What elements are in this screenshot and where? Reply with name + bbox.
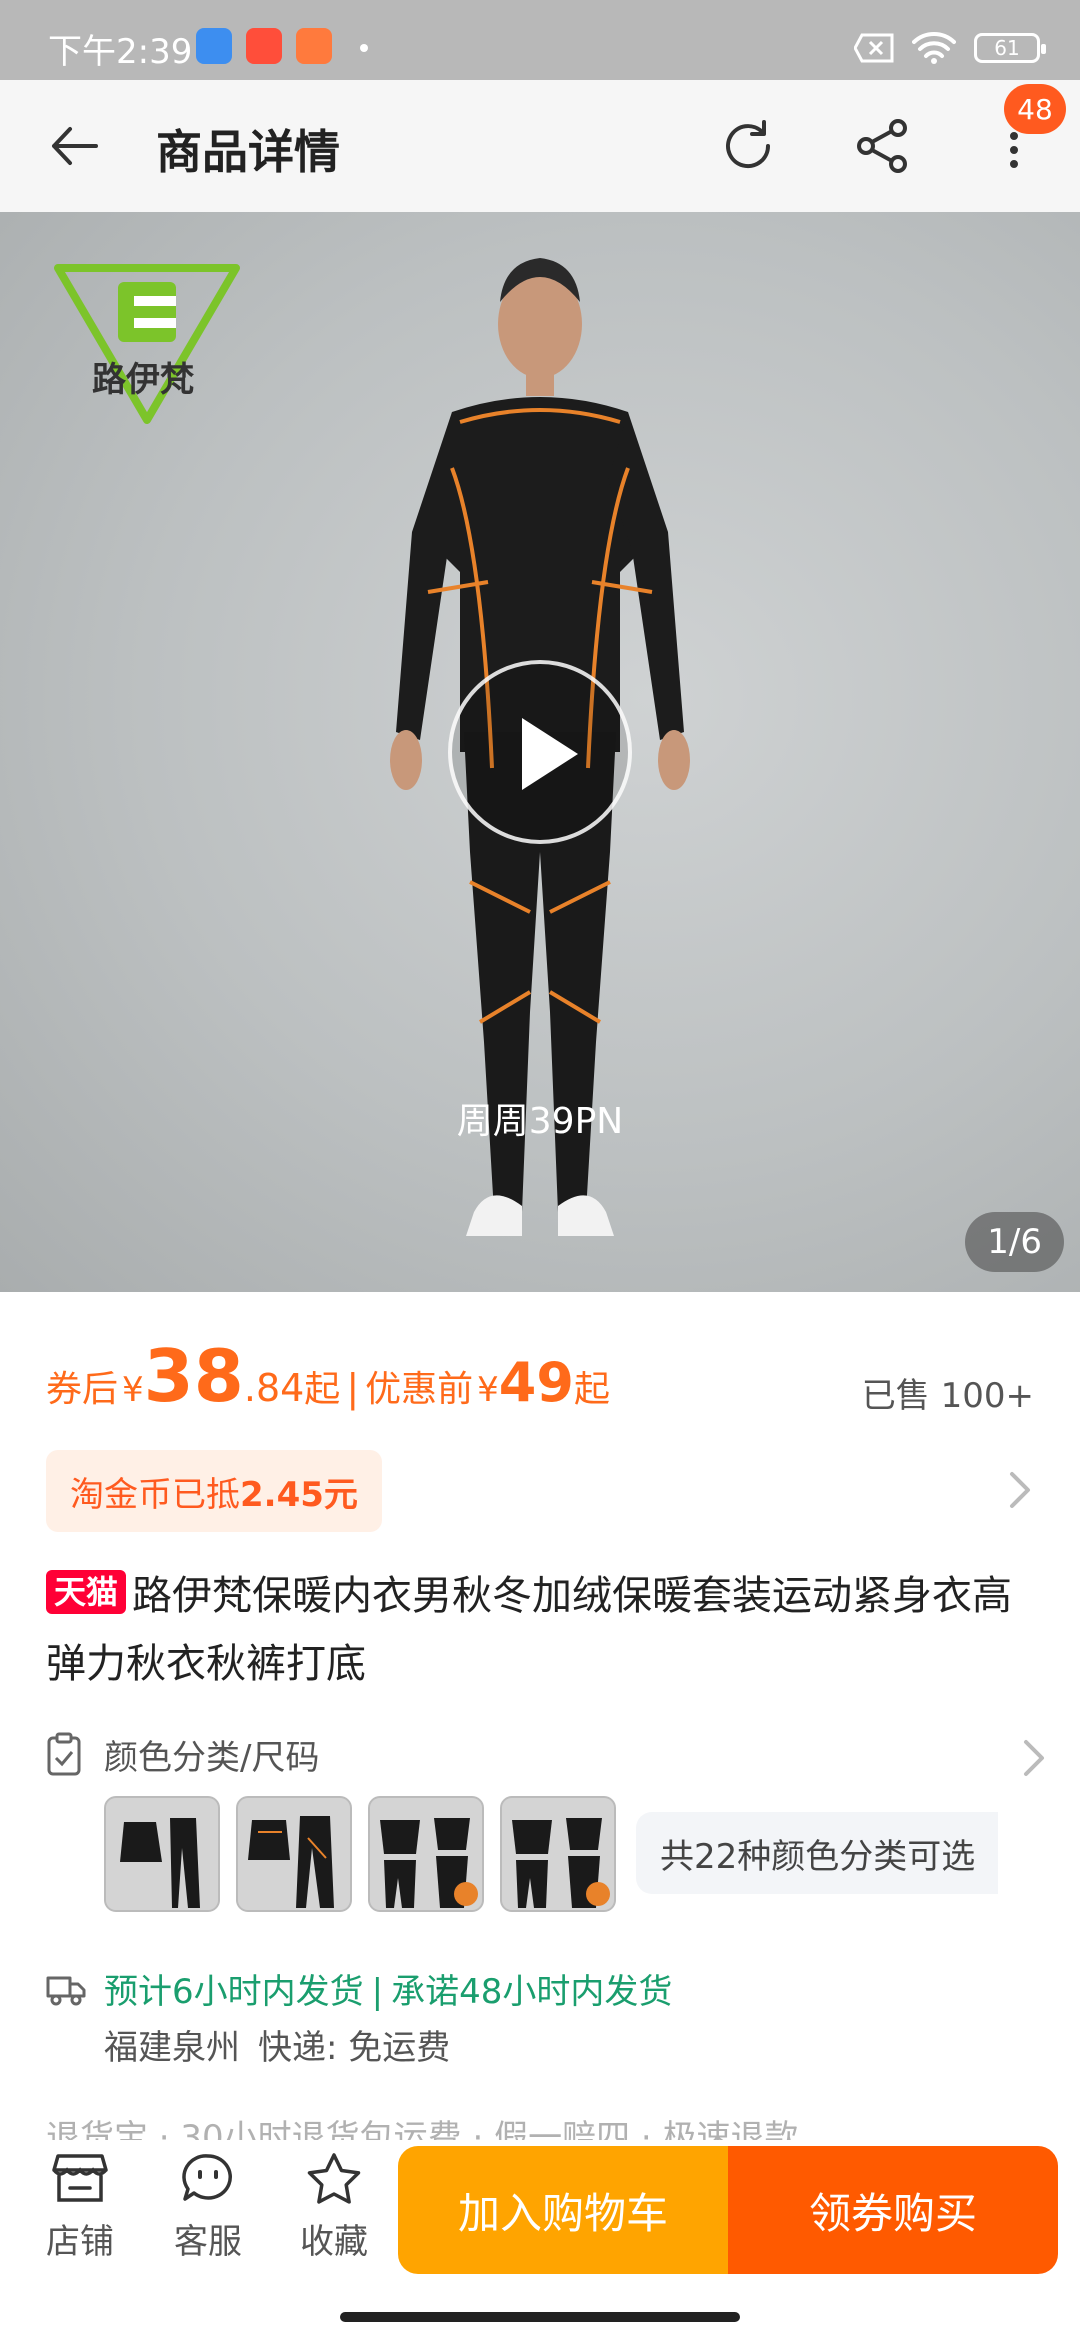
customer-service-button[interactable]: 客服 — [158, 2152, 258, 2263]
shop-label: 店铺 — [46, 2222, 114, 2262]
after-coupon-price-dec: .84 — [243, 1366, 305, 1410]
play-video-button[interactable] — [448, 660, 632, 844]
home-indicator[interactable] — [340, 2312, 740, 2322]
currency-symbol-2: ¥ — [477, 1370, 499, 1410]
brand-logo-icon — [54, 264, 240, 424]
shop-button[interactable]: 店铺 — [30, 2152, 130, 2263]
favorite-label: 收藏 — [300, 2222, 368, 2262]
back-arrow-icon[interactable] — [44, 116, 104, 176]
taobao-app-icon — [246, 28, 282, 64]
clipboard-icon — [47, 1732, 81, 1776]
battery-icon: 61 — [974, 33, 1046, 63]
video-caption: 周周39PN — [456, 1101, 624, 1142]
notification-dot-icon — [360, 44, 368, 52]
refresh-icon[interactable] — [716, 114, 780, 178]
shipping-promise: 预计6小时内发货 | 承诺48小时内发货 — [104, 1964, 672, 2013]
message-count-badge: 48 — [1004, 84, 1066, 134]
top-app-bar: 商品详情 48 — [0, 80, 1080, 212]
play-icon — [522, 718, 578, 790]
coupon-buy-button[interactable]: 领券购买 — [728, 2146, 1058, 2274]
page-title: 商品详情 — [156, 125, 340, 179]
price-separator: | — [346, 1366, 360, 1410]
coin-amount: 2.45元 — [240, 1474, 358, 1515]
price-from-suffix: 起 — [304, 1369, 341, 1410]
chat-face-icon — [182, 2154, 232, 2201]
shipping-details: 福建泉州 快递: 免运费 — [104, 2020, 468, 2069]
before-discount-price: 49 — [498, 1351, 574, 1414]
sku-thumbnail[interactable] — [368, 1796, 484, 1912]
coin-prefix: 淘金币已抵 — [70, 1474, 240, 1515]
tmall-badge: 天猫 — [46, 1570, 127, 1614]
share-icon[interactable] — [850, 114, 914, 178]
chevron-right-icon[interactable] — [1014, 1736, 1054, 1780]
after-coupon-price-int: 38 — [143, 1334, 244, 1418]
product-title: 天猫 路伊梵保暖内衣男秋冬加绒保暖套装运动紧身衣高弹力秋衣秋裤打底 — [46, 1562, 1036, 1698]
before-discount-label: 优惠前 — [365, 1369, 474, 1410]
truck-icon — [46, 1976, 86, 2006]
shipping-divider: | — [371, 1972, 384, 2012]
more-colors-chip[interactable]: 共22种颜色分类可选 — [636, 1812, 998, 1894]
wifi-icon — [912, 32, 956, 64]
add-to-cart-button[interactable]: 加入购物车 — [398, 2146, 728, 2274]
status-bar: 下午2:39 61 — [0, 0, 1080, 80]
bottom-action-bar: 店铺 客服 收藏 加入购物车 领券购买 — [0, 2140, 1080, 2340]
currency-symbol: ¥ — [122, 1370, 144, 1410]
sku-thumbnails — [104, 1796, 616, 1912]
service-label: 客服 — [174, 2222, 242, 2262]
after-coupon-label: 券后 — [46, 1369, 119, 1410]
taojinbi-discount-tag[interactable]: 淘金币已抵 2.45元 — [46, 1450, 382, 1532]
shipping-estimate: 预计6小时内发货 — [104, 1972, 364, 2012]
sku-label: 颜色分类/尺码 — [104, 1738, 320, 1778]
price-from-suffix-2: 起 — [573, 1369, 610, 1410]
sku-thumbnail[interactable] — [500, 1796, 616, 1912]
battery-level: 61 — [994, 36, 1020, 60]
store-icon — [52, 2154, 108, 2202]
sku-selector[interactable]: 颜色分类/尺码 — [46, 1726, 1044, 1782]
image-counter: 1/6 — [965, 1212, 1064, 1272]
sim-error-icon — [854, 33, 894, 63]
ship-origin: 福建泉州 — [104, 2028, 240, 2068]
sku-thumbnail[interactable] — [104, 1796, 220, 1912]
ship-express: 快递: 免运费 — [258, 2028, 451, 2068]
shipping-guarantee: 承诺48小时内发货 — [391, 1972, 673, 2012]
price-row: 券后 ¥ 38 .84 起 | 优惠前 ¥ 49 起 — [46, 1334, 610, 1418]
star-icon — [307, 2153, 361, 2204]
brand-logo-text: 路伊梵 — [92, 360, 194, 400]
status-time: 下午2:39 — [48, 32, 193, 72]
chevron-right-icon[interactable] — [1000, 1468, 1040, 1512]
calendar-app-icon — [196, 28, 232, 64]
favorite-button[interactable]: 收藏 — [284, 2152, 384, 2263]
product-info-card: 券后 ¥ 38 .84 起 | 优惠前 ¥ 49 起 已售 100+ 淘金币已抵… — [0, 1292, 1080, 2140]
shopping-app-icon — [296, 28, 332, 64]
product-title-text: 路伊梵保暖内衣男秋冬加绒保暖套装运动紧身衣高弹力秋衣秋裤打底 — [46, 1573, 1013, 1687]
sold-count: 已售 100+ — [861, 1376, 1034, 1416]
service-guarantees-row[interactable]: 退货宝 · 30小时退货包运费 · 假一赔四 · 极速退款 — [46, 2110, 1036, 2140]
product-media-gallery[interactable]: 路伊梵 周周39PN 1/6 — [0, 212, 1080, 1292]
sku-thumbnail[interactable] — [236, 1796, 352, 1912]
